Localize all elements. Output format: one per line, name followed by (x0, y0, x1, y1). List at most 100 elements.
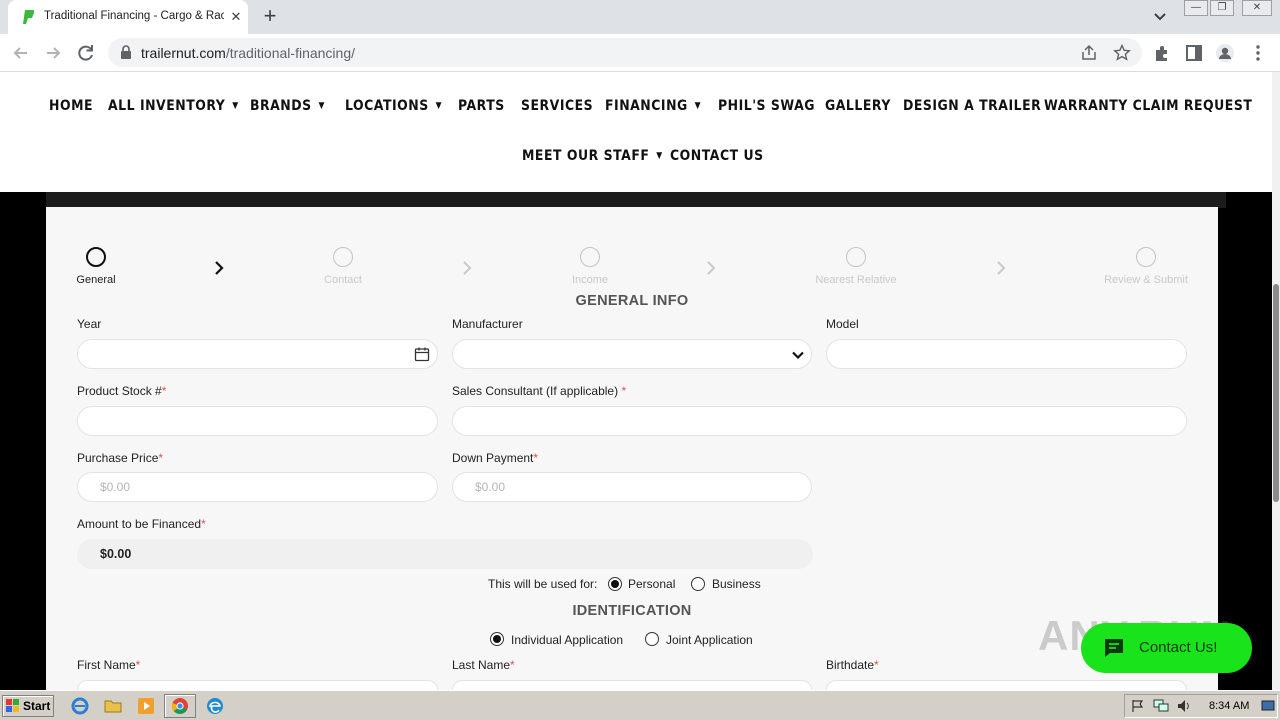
step-contact-label: Contact (324, 274, 362, 286)
back-icon[interactable] (10, 42, 32, 64)
purchase-price-label: Purchase Price* (77, 451, 164, 465)
nav-meet-our-staff[interactable]: MEET OUR STAFF ▼ (522, 148, 663, 164)
tab-search-icon[interactable] (1150, 8, 1170, 26)
nav-phils-swag[interactable]: PHIL'S SWAG (718, 98, 815, 114)
page-scrollbar[interactable] (1272, 72, 1280, 690)
start-label: Start (23, 699, 51, 713)
nav-services[interactable]: SERVICES (521, 98, 593, 114)
down-payment-input[interactable]: $0.00 (452, 472, 812, 502)
share-icon[interactable] (1080, 44, 1098, 62)
forward-icon[interactable] (42, 42, 64, 64)
last-name-label: Last Name* (452, 658, 515, 672)
browser-toolbar: trailernut.com/traditional-financing/ (0, 34, 1280, 72)
step-nearest-relative-label: Nearest Relative (815, 274, 897, 286)
individual-application-label[interactable]: Individual Application (511, 633, 623, 647)
chat-bubble-icon (1105, 639, 1123, 657)
url-text: trailernut.com/traditional-financing/ (141, 45, 355, 61)
reload-icon[interactable] (75, 42, 97, 64)
purchase-price-input[interactable]: $0.00 (77, 472, 438, 502)
nav-financing[interactable]: FINANCING ▼ (605, 98, 701, 114)
chevron-right-icon (463, 261, 472, 275)
extensions-icon[interactable] (1152, 43, 1172, 63)
step-income-circle[interactable] (580, 247, 600, 267)
minimize-button[interactable]: — (1184, 0, 1208, 16)
clock[interactable]: 8:34 AM (1209, 700, 1249, 712)
start-button[interactable]: Start (2, 695, 54, 717)
chrome-taskbar-button[interactable] (164, 694, 196, 718)
show-desktop-icon[interactable] (1261, 699, 1275, 713)
header-strip (46, 192, 1226, 208)
restore-button[interactable]: ❐ (1210, 0, 1234, 16)
joint-application-radio[interactable] (645, 632, 659, 646)
chevron-right-icon (997, 261, 1006, 275)
sales-consultant-label: Sales Consultant (If applicable) * (452, 384, 627, 398)
tab-close-icon[interactable]: ✕ (228, 9, 244, 25)
tab-title: Traditional Financing - Cargo & Racing (44, 10, 224, 22)
profile-avatar-icon[interactable] (1215, 43, 1235, 63)
usage-personal-radio[interactable] (608, 577, 622, 591)
chevron-right-icon (707, 261, 716, 275)
usage-personal-label[interactable]: Personal (628, 577, 675, 591)
system-tray: 8:34 AM (1124, 694, 1278, 718)
network-icon[interactable] (1153, 699, 1169, 713)
joint-application-label[interactable]: Joint Application (666, 633, 753, 647)
manufacturer-select[interactable] (452, 339, 812, 369)
chevron-down-icon: ▼ (656, 151, 663, 161)
site-favicon-icon (23, 10, 35, 24)
volume-icon[interactable] (1177, 699, 1193, 713)
birthdate-label: Birthdate* (826, 658, 879, 672)
product-stock-input[interactable] (77, 406, 438, 436)
step-contact-circle[interactable] (333, 247, 353, 267)
usage-business-label[interactable]: Business (712, 577, 761, 591)
individual-application-radio[interactable] (490, 632, 504, 646)
nav-gallery[interactable]: GALLERY (825, 98, 891, 114)
contact-us-chat-button[interactable]: Contact Us! (1081, 623, 1252, 673)
step-general-circle[interactable] (86, 247, 106, 267)
window-close-button[interactable]: ✕ (1242, 0, 1272, 16)
nav-warranty-claim[interactable]: WARRANTY CLAIM REQUEST (1044, 98, 1252, 114)
windows-logo-icon (6, 699, 19, 712)
browser-tab[interactable]: Traditional Financing - Cargo & Racing ✕ (8, 0, 248, 34)
edge-icon[interactable] (206, 697, 224, 715)
step-nearest-relative-circle[interactable] (846, 247, 866, 267)
internet-explorer-icon[interactable] (71, 697, 89, 715)
step-general-label: General (76, 274, 116, 286)
sales-consultant-input[interactable] (452, 406, 1187, 436)
first-name-label: First Name* (77, 658, 141, 672)
nav-locations[interactable]: LOCATIONS ▼ (345, 98, 442, 114)
media-player-icon[interactable] (137, 697, 155, 715)
amount-financed-label: Amount to be Financed* (77, 517, 206, 531)
file-explorer-icon[interactable] (104, 697, 122, 715)
first-name-input[interactable] (77, 680, 438, 690)
birthdate-input[interactable] (826, 680, 1187, 690)
model-input[interactable] (826, 339, 1187, 369)
chevron-down-icon (792, 351, 804, 360)
nav-brands[interactable]: BRANDS ▼ (250, 98, 325, 114)
nav-design-a-trailer[interactable]: DESIGN A TRAILER (903, 98, 1041, 114)
nav-home[interactable]: HOME (49, 98, 93, 114)
last-name-input[interactable] (452, 680, 812, 690)
general-info-heading: GENERAL INFO (575, 293, 689, 309)
address-bar[interactable]: trailernut.com/traditional-financing/ (108, 38, 1142, 67)
year-input[interactable] (77, 339, 438, 369)
action-center-flag-icon[interactable] (1131, 699, 1145, 713)
product-stock-label: Product Stock #* (77, 384, 167, 398)
browser-tab-strip: Traditional Financing - Cargo & Racing ✕… (0, 0, 1280, 34)
lock-icon[interactable] (120, 45, 132, 59)
menu-kebab-icon[interactable] (1248, 43, 1268, 63)
down-payment-label: Down Payment* (452, 451, 539, 465)
calendar-icon[interactable] (414, 346, 430, 362)
chevron-down-icon: ▼ (318, 101, 325, 111)
scrollbar-thumb[interactable] (1273, 284, 1279, 502)
side-panel-icon[interactable] (1184, 43, 1204, 63)
chevron-down-icon: ▼ (694, 101, 702, 111)
nav-parts[interactable]: PARTS (458, 98, 505, 114)
new-tab-button[interactable]: + (258, 5, 282, 29)
nav-contact-us[interactable]: CONTACT US (670, 148, 764, 164)
usage-business-radio[interactable] (691, 577, 705, 591)
site-main-nav: HOME ALL INVENTORY ▼ BRANDS ▼ LOCATIONS ▼ P… (0, 72, 1272, 192)
step-review-submit-circle[interactable] (1136, 247, 1156, 267)
bookmark-star-icon[interactable] (1113, 44, 1131, 62)
windows-taskbar: Start 8:34 AM (0, 690, 1280, 720)
nav-all-inventory[interactable]: ALL INVENTORY ▼ (108, 98, 239, 114)
